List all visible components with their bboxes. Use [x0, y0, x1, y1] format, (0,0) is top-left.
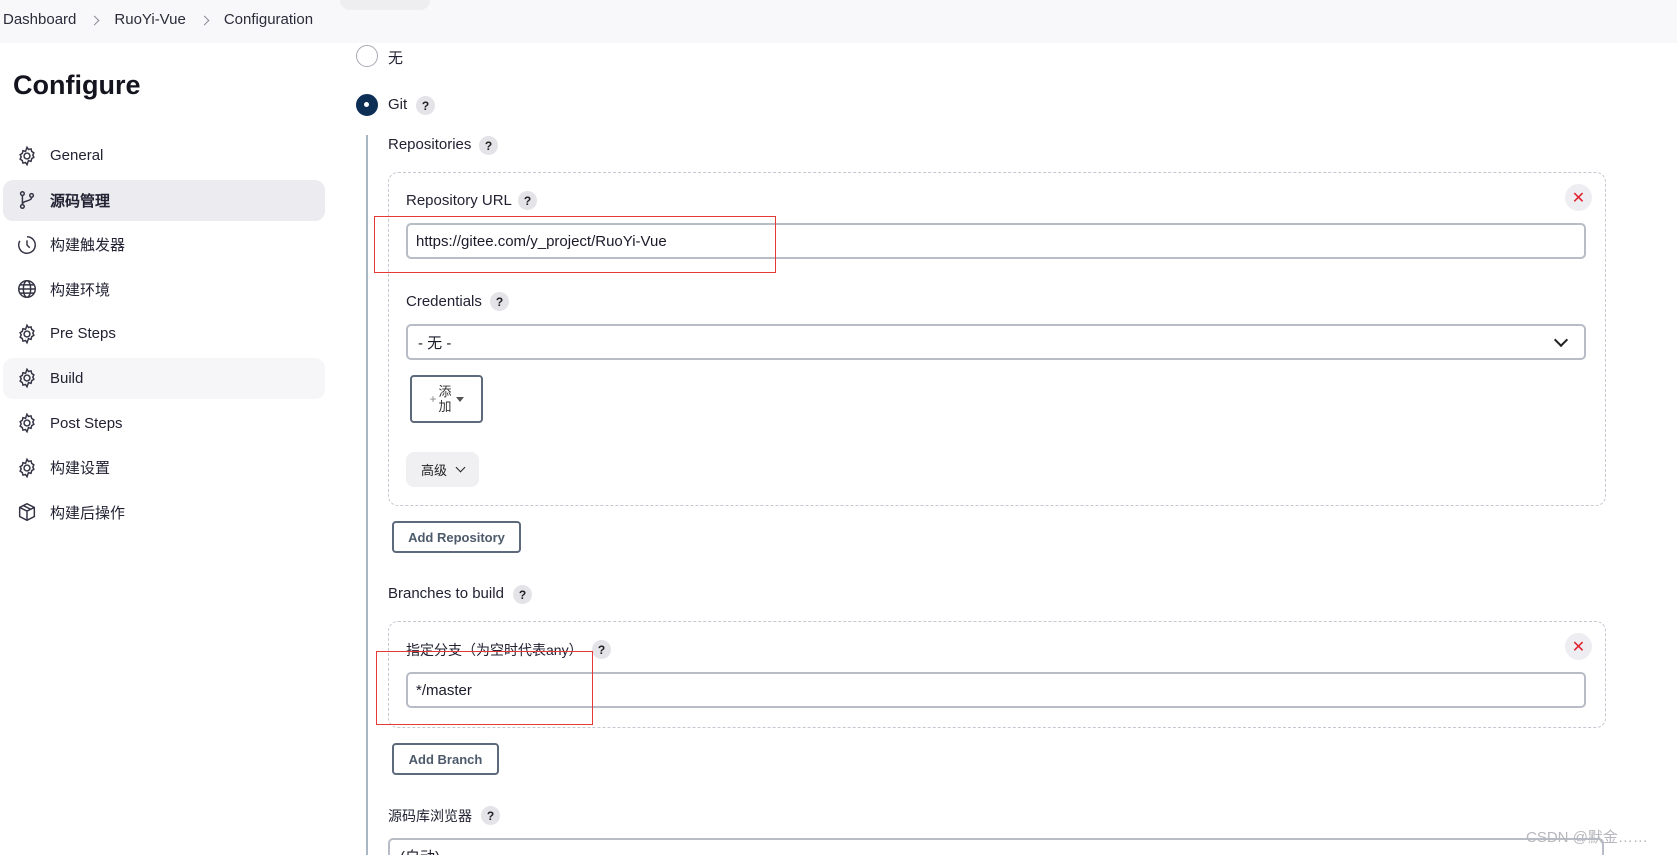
- help-icon[interactable]: ?: [518, 191, 537, 210]
- help-icon[interactable]: ?: [592, 640, 611, 659]
- advanced-button[interactable]: 高级: [406, 452, 479, 487]
- branch-icon: [16, 189, 38, 211]
- add-label-bottom: 加: [438, 399, 452, 414]
- help-icon[interactable]: ?: [490, 292, 509, 311]
- sidebar-item-label: 源码管理: [50, 192, 111, 210]
- sidebar-item-pre-steps[interactable]: Pre Steps: [3, 313, 325, 354]
- remove-branch-close-icon[interactable]: ✕: [1565, 633, 1592, 660]
- gear-icon: [16, 367, 38, 389]
- sidebar-item-label: Pre Steps: [50, 325, 116, 343]
- credentials-label: Credentials: [406, 293, 482, 310]
- advanced-label: 高级: [420, 463, 447, 478]
- plus-icon: +: [429, 392, 437, 406]
- add-credentials-label: 添 加: [439, 384, 452, 414]
- sidebar-item-scm[interactable]: 源码管理: [3, 179, 325, 221]
- highlight-branch-specifier: [376, 651, 593, 725]
- sidebar-item-general[interactable]: General: [3, 135, 325, 176]
- add-branch-button[interactable]: Add Branch: [392, 743, 499, 775]
- help-icon[interactable]: ?: [513, 585, 532, 604]
- sidebar-item-label: Post Steps: [50, 414, 123, 432]
- package-icon: [16, 501, 38, 523]
- breadcrumb-configuration[interactable]: Configuration: [224, 11, 313, 28]
- sidebar-item-build-environment[interactable]: 构建环境: [3, 269, 325, 310]
- scm-none-radio[interactable]: [356, 45, 378, 67]
- gear-icon: [16, 457, 38, 479]
- sidebar-item-post-build-actions[interactable]: 构建后操作: [3, 492, 325, 533]
- chevron-down-icon: [455, 462, 466, 473]
- sidebar-item-post-steps[interactable]: Post Steps: [3, 403, 325, 444]
- section-divider: [366, 135, 368, 855]
- sidebar-item-label: General: [50, 147, 104, 164]
- top-shadow: [340, 0, 430, 10]
- help-icon[interactable]: ?: [479, 136, 498, 155]
- credentials-select[interactable]: - 无 -: [406, 324, 1586, 360]
- chevron-right-icon: [201, 12, 209, 28]
- globe-icon: [16, 278, 38, 300]
- breadcrumb-dashboard[interactable]: Dashboard: [3, 11, 76, 28]
- scm-git-label[interactable]: Git: [388, 96, 407, 113]
- credentials-selected-value: - 无 -: [418, 334, 452, 352]
- breadcrumb: Dashboard RuoYi-Vue Configuration: [3, 11, 313, 28]
- breadcrumb-job[interactable]: RuoYi-Vue: [114, 11, 185, 28]
- sidebar-item-label: 构建后操作: [50, 504, 126, 522]
- repository-url-label: Repository URL: [406, 192, 512, 209]
- sidebar-item-build-triggers[interactable]: 构建触发器: [3, 224, 325, 265]
- help-icon[interactable]: ?: [481, 806, 500, 825]
- breadcrumb-bar: Dashboard RuoYi-Vue Configuration: [0, 0, 1677, 43]
- chevron-right-icon: [91, 12, 99, 28]
- scm-none-label[interactable]: 无: [388, 47, 403, 68]
- add-credentials-button[interactable]: + 添 加: [410, 375, 483, 423]
- config-sidebar: General 源码管理 构建触发器 构建环境 Pre Steps Build: [3, 135, 325, 536]
- watermark: CSDN @默金……: [1526, 829, 1648, 846]
- sidebar-item-label: Build: [50, 369, 84, 387]
- add-label-top: 添: [438, 384, 452, 399]
- gear-icon: [16, 145, 38, 167]
- sidebar-item-label: 构建设置: [50, 460, 111, 478]
- help-icon[interactable]: ?: [416, 96, 435, 115]
- repositories-label: Repositories: [388, 136, 472, 153]
- highlight-repository-url: [374, 216, 776, 273]
- gear-icon: [16, 323, 38, 345]
- repository-browser-label: 源码库浏览器: [388, 808, 472, 824]
- clock-icon: [16, 234, 38, 256]
- add-repository-button[interactable]: Add Repository: [392, 521, 521, 553]
- branches-label: Branches to build: [388, 585, 504, 602]
- remove-repository-close-icon[interactable]: ✕: [1565, 184, 1592, 211]
- sidebar-item-build-settings[interactable]: 构建设置: [3, 447, 325, 488]
- scm-git-radio[interactable]: [356, 94, 378, 116]
- gear-icon: [16, 412, 38, 434]
- sidebar-item-build[interactable]: Build: [3, 357, 325, 399]
- repository-browser-value: (自动): [400, 846, 440, 855]
- caret-down-icon: [455, 396, 464, 402]
- page-title: Configure: [13, 70, 141, 100]
- sidebar-item-label: 构建触发器: [50, 237, 126, 255]
- chevron-down-icon: [1553, 332, 1569, 347]
- repository-browser-select[interactable]: (自动): [388, 838, 1604, 855]
- sidebar-item-label: 构建环境: [50, 281, 111, 299]
